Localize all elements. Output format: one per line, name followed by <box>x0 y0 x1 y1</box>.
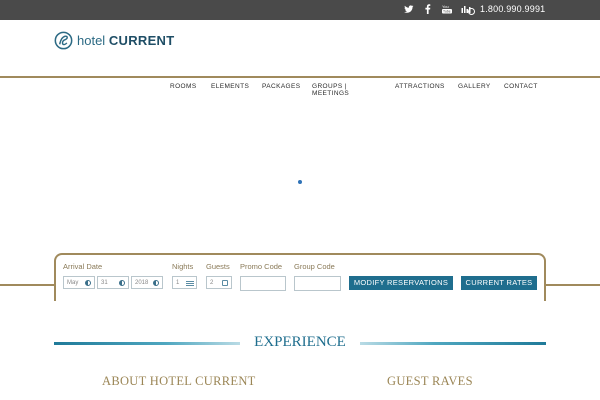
header-divider <box>0 76 600 78</box>
nights-select[interactable]: 1 <box>172 276 197 289</box>
promo-code-label: Promo Code <box>240 262 283 271</box>
booking-line-left <box>0 284 55 286</box>
phone-icon <box>468 8 475 15</box>
guests-select[interactable]: 2 <box>206 276 232 289</box>
nav-item-attractions[interactable]: ATTRACTIONS <box>395 83 445 90</box>
group-code-label: Group Code <box>294 262 335 271</box>
dropdown-toggle-icon <box>119 280 125 286</box>
nav-item-elements[interactable]: ELEMENTS <box>211 83 249 90</box>
dropdown-toggle-icon <box>85 280 91 286</box>
nav-item-packages[interactable]: PACKAGES <box>262 83 300 90</box>
svg-text:Tube: Tube <box>443 10 451 14</box>
arrival-day-value: 31 <box>101 280 108 286</box>
arrival-date-label: Arrival Date <box>63 262 103 271</box>
social-links: You Tube <box>404 4 471 15</box>
experience-divider-right <box>360 342 546 345</box>
group-code-input[interactable] <box>294 276 341 291</box>
arrival-year-select[interactable]: 2018 <box>131 276 163 289</box>
nights-label: Nights <box>172 262 194 271</box>
about-heading: ABOUT HOTEL CURRENT <box>102 374 256 388</box>
logo-text: hotel CURRENT <box>77 33 174 48</box>
guest-raves-heading: GUEST RAVES <box>387 374 473 388</box>
promo-code-input[interactable] <box>240 276 286 291</box>
calendar-icon <box>186 280 194 286</box>
arrival-month-value: May <box>67 280 79 286</box>
modify-reservations-button[interactable]: MODIFY RESERVATIONS <box>349 276 453 290</box>
phone-number[interactable]: 1.800.990.9991 <box>480 4 545 14</box>
guests-value: 2 <box>210 280 214 286</box>
nav-item-rooms[interactable]: ROOMS <box>170 83 197 90</box>
logo[interactable]: hotel CURRENT <box>54 31 174 50</box>
experience-divider-left <box>54 342 240 345</box>
main-nav: ROOMS ELEMENTS PACKAGES GROUPS | MEETING… <box>0 83 600 103</box>
current-rates-button[interactable]: CURRENT RATES <box>461 276 537 290</box>
experience-heading: EXPERIENCE <box>254 334 346 350</box>
facebook-icon[interactable] <box>423 4 433 15</box>
arrival-day-select[interactable]: 31 <box>97 276 129 289</box>
nav-item-contact[interactable]: CONTACT <box>504 83 538 90</box>
svg-text:You: You <box>442 4 449 9</box>
booking-line-right <box>545 284 600 286</box>
youtube-icon[interactable]: You Tube <box>442 4 452 15</box>
logo-mark-icon <box>54 31 73 50</box>
arrival-month-select[interactable]: May <box>63 276 95 289</box>
nav-item-groups-meetings[interactable]: GROUPS | MEETINGS <box>312 83 360 97</box>
nights-value: 1 <box>176 280 180 286</box>
guests-label: Guests <box>206 262 230 271</box>
nav-item-gallery[interactable]: GALLERY <box>458 83 491 90</box>
loading-indicator <box>298 180 302 184</box>
guests-toggle-icon <box>222 280 228 286</box>
dropdown-toggle-icon <box>153 280 159 286</box>
logo-text-bold: CURRENT <box>108 33 175 48</box>
top-bar: You Tube 1.800.990.9991 <box>0 0 600 20</box>
logo-text-light: hotel <box>77 33 106 48</box>
twitter-icon[interactable] <box>404 4 414 15</box>
arrival-year-value: 2018 <box>135 280 149 286</box>
